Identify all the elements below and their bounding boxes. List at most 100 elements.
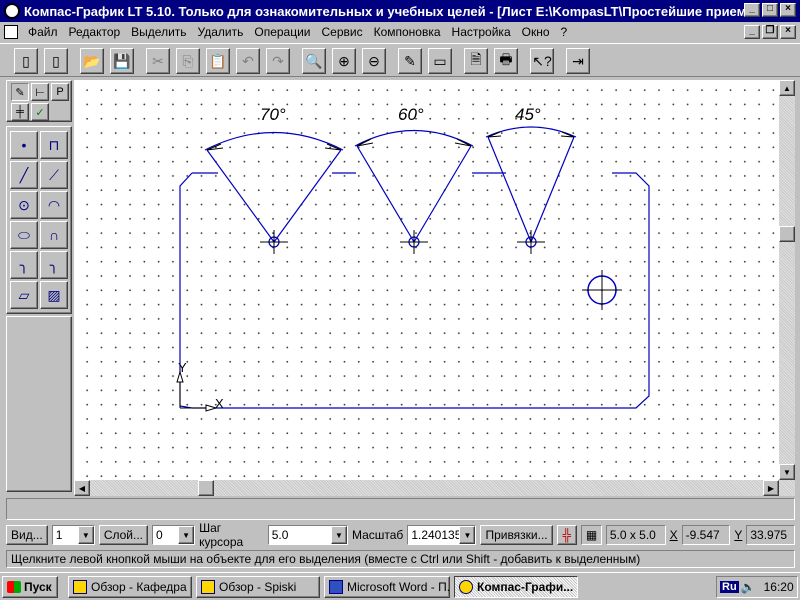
exit-icon[interactable]: ⇥ (566, 48, 590, 74)
menu-operations[interactable]: Операции (254, 25, 310, 39)
title-bar[interactable]: Компас-График LT 5.10. Только для ознако… (0, 0, 800, 22)
cut-icon[interactable]: ✂ (146, 48, 170, 74)
ellipse-icon[interactable]: ⬭ (10, 221, 38, 249)
redraw-icon[interactable]: ✎ (398, 48, 422, 74)
maximize-button[interactable]: □ (762, 3, 778, 17)
horizontal-scroll-thumb[interactable] (198, 480, 214, 496)
orthogonal-icon[interactable]: ╬ (556, 525, 578, 545)
x-coord-field[interactable]: -9.547 (681, 525, 731, 545)
context-help-icon[interactable]: ↖? (530, 48, 554, 74)
layer-button[interactable]: Слой... (98, 525, 149, 545)
zoom-in-icon[interactable]: ⊕ (332, 48, 356, 74)
menu-file[interactable]: Файл (28, 25, 58, 39)
hatch-icon[interactable]: ▨ (40, 281, 68, 309)
minimize-button[interactable]: _ (744, 3, 760, 17)
line-60-right[interactable] (413, 145, 472, 243)
menu-settings[interactable]: Настройка (452, 25, 511, 39)
doc-close-button[interactable]: × (780, 25, 796, 39)
chevron-down-icon[interactable]: ▼ (459, 526, 476, 544)
task-kompas[interactable]: Компас-Графи... (454, 576, 578, 598)
segment-icon[interactable]: ╱ (10, 161, 38, 189)
scroll-left-button[interactable]: ◀ (74, 480, 90, 496)
line-45-right[interactable] (530, 136, 575, 243)
line-70-right[interactable] (273, 149, 342, 243)
menu-window[interactable]: Окно (522, 25, 550, 39)
task-explorer-kafedra[interactable]: Обзор - Кафедра (68, 576, 192, 598)
scroll-right-button[interactable]: ▶ (763, 480, 779, 496)
fillet-icon[interactable]: ╮ (40, 251, 68, 279)
doc-minimize-button[interactable]: _ (744, 25, 760, 39)
drawing-canvas[interactable]: 70° 60° 45° Y X (74, 80, 779, 480)
y-coord-field[interactable]: 33.975 (746, 525, 796, 545)
close-button[interactable]: × (780, 3, 796, 17)
drawing[interactable]: 70° 60° 45° Y X (74, 80, 779, 480)
copy-icon[interactable]: ⎘ (176, 48, 200, 74)
line-70-left[interactable] (206, 149, 275, 243)
edit-tab-icon[interactable]: ╪ (11, 103, 29, 121)
document-icon[interactable] (4, 25, 18, 39)
auxiliary-line-icon[interactable]: ⊓ (40, 131, 68, 159)
menu-layout[interactable]: Компоновка (374, 25, 441, 39)
start-button[interactable]: Пуск (2, 576, 58, 598)
doc-restore-button[interactable]: ❐ (762, 25, 778, 39)
menu-delete[interactable]: Удалить (198, 25, 244, 39)
redo-icon[interactable]: ↷ (266, 48, 290, 74)
kompas-app-icon[interactable] (4, 3, 20, 19)
select-tab-icon[interactable]: ✓ (31, 103, 49, 121)
open-folder-icon[interactable]: 📂 (80, 48, 104, 74)
menu-help[interactable]: ? (561, 25, 568, 39)
menu-select[interactable]: Выделить (131, 25, 186, 39)
scale-combo[interactable]: 1.240135 ▼ (407, 525, 477, 545)
folder-icon (73, 580, 87, 594)
speaker-icon[interactable]: 🔈 (741, 580, 756, 594)
scroll-up-button[interactable]: ▲ (779, 80, 795, 96)
empty-panel (6, 498, 795, 520)
dim-arc-60[interactable] (354, 129, 474, 147)
spline-icon[interactable]: ∩ (40, 221, 68, 249)
layer-combo[interactable]: 0 ▼ (152, 525, 196, 545)
zoom-out-icon[interactable]: ⊖ (362, 48, 386, 74)
vertical-scrollbar[interactable]: ▲ ▼ (779, 80, 795, 496)
main-toolbar: ▯ ▯ 📂 💾 ✂ ⎘ 📋 ↶ ↷ 🔍 ⊕ ⊖ ✎ ▭ 🗎 🖶 ↖? ⇥ (0, 43, 800, 77)
vertical-scroll-thumb[interactable] (779, 226, 795, 242)
scroll-down-button[interactable]: ▼ (779, 464, 795, 480)
arc-icon[interactable]: ◠ (40, 191, 68, 219)
new-sheet-icon[interactable]: ▯ (14, 48, 38, 74)
chevron-down-icon[interactable]: ▼ (178, 526, 195, 544)
print-icon[interactable]: 🖶 (494, 48, 518, 74)
circle-icon[interactable]: ⊙ (10, 191, 38, 219)
chevron-down-icon[interactable]: ▼ (330, 526, 347, 544)
sheet-contour[interactable] (179, 172, 650, 409)
point-icon[interactable]: • (10, 131, 38, 159)
geometry-tab-icon[interactable]: ✎ (11, 83, 29, 101)
show-all-icon[interactable]: ▭ (428, 48, 452, 74)
menu-service[interactable]: Сервис (322, 25, 363, 39)
symbols-tab-icon[interactable]: P (51, 83, 69, 101)
view-button[interactable]: Вид... (6, 525, 48, 545)
polyline-icon[interactable]: ⟋ (40, 161, 68, 189)
new-fragment-icon[interactable]: ▯ (44, 48, 68, 74)
snaps-button[interactable]: Привязки... (480, 525, 553, 545)
line-45-left[interactable] (487, 136, 532, 243)
clock[interactable]: 16:20 (764, 580, 794, 594)
cursor-step-combo[interactable]: 5.0 ▼ (267, 525, 348, 545)
dimensions-tab-icon[interactable]: ⊢ (31, 83, 49, 101)
current-state-bar: Вид... 1 ▼ Слой... 0 ▼ Шаг курсора 5.0 ▼ Ма… (6, 521, 796, 549)
task-word[interactable]: Microsoft Word - П... (324, 576, 450, 598)
language-indicator[interactable]: Ru (720, 581, 739, 593)
print-preview-icon[interactable]: 🗎 (464, 48, 488, 74)
dim-arc-70[interactable] (204, 132, 344, 151)
chevron-down-icon[interactable]: ▼ (77, 526, 94, 544)
paste-icon[interactable]: 📋 (206, 48, 230, 74)
save-icon[interactable]: 💾 (110, 48, 134, 74)
undo-icon[interactable]: ↶ (236, 48, 260, 74)
task-explorer-spiski[interactable]: Обзор - Spiski (196, 576, 320, 598)
rectangle-icon[interactable]: ▱ (10, 281, 38, 309)
view-combo[interactable]: 1 ▼ (51, 525, 95, 545)
horizontal-scrollbar[interactable]: ◀ ▶ (74, 480, 779, 496)
zoom-window-icon[interactable]: 🔍 (302, 48, 326, 74)
chamfer-icon[interactable]: ╮ (10, 251, 38, 279)
grid-icon[interactable]: ▦ (581, 525, 602, 545)
menu-editor[interactable]: Редактор (69, 25, 121, 39)
line-60-left[interactable] (356, 145, 415, 243)
